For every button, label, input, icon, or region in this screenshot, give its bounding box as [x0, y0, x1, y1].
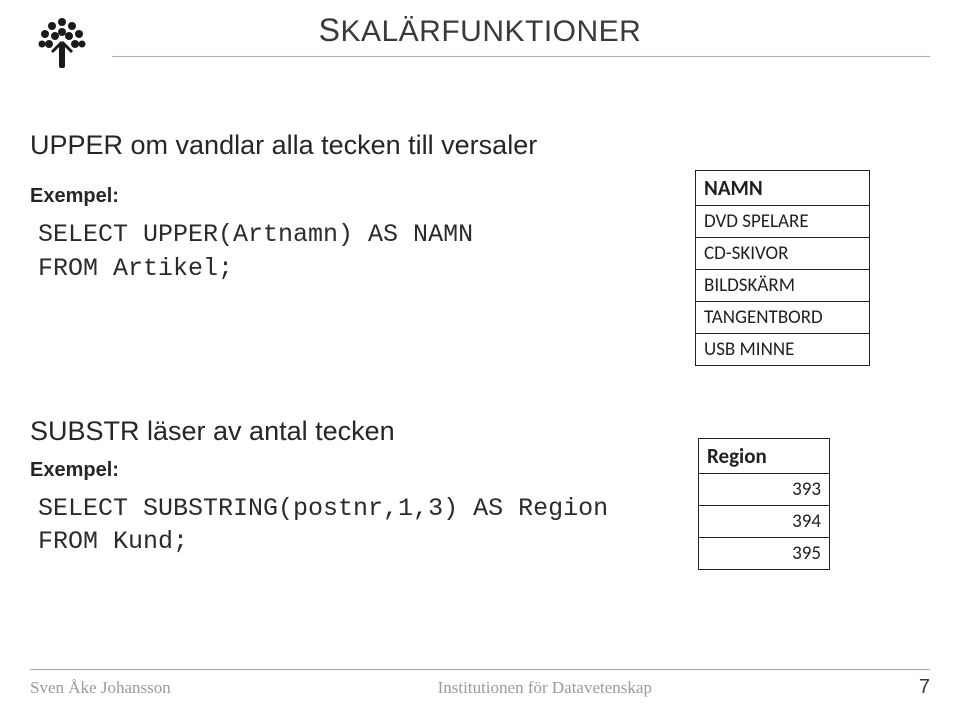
- footer-institution: Institutionen för Datavetenskap: [438, 678, 652, 698]
- slide-footer: Sven Åke Johansson Institutionen för Dat…: [30, 669, 930, 699]
- slide-header: SKALÄRFUNKTIONER: [30, 14, 930, 74]
- slide-title: SKALÄRFUNKTIONER: [30, 12, 930, 49]
- namn-header: NAMN: [696, 171, 870, 206]
- table-row: CD-SKIVOR: [696, 238, 870, 270]
- section1-intro: UPPER om vandlar alla tecken till versal…: [30, 130, 930, 161]
- table-row: 394: [699, 506, 830, 538]
- slide-body: UPPER om vandlar alla tecken till versal…: [30, 120, 930, 637]
- table-row: BILDSKÄRM: [696, 270, 870, 302]
- footer-author: Sven Åke Johansson: [30, 678, 171, 698]
- table-row: USB MINNE: [696, 334, 870, 366]
- result-table-namn: NAMN DVD SPELARE CD-SKIVOR BILDSKÄRM TAN…: [695, 170, 870, 366]
- table-row: TANGENTBORD: [696, 302, 870, 334]
- footer-row: Sven Åke Johansson Institutionen för Dat…: [30, 676, 930, 699]
- table-row: 393: [699, 474, 830, 506]
- slide: SKALÄRFUNKTIONER UPPER om vandlar alla t…: [0, 0, 960, 717]
- result-table-region: Region 393 394 395: [698, 438, 830, 570]
- table-row: 395: [699, 538, 830, 570]
- region-header: Region: [699, 439, 830, 474]
- title-rule: [112, 56, 930, 57]
- table-row: DVD SPELARE: [696, 206, 870, 238]
- footer-page-number: 7: [919, 676, 930, 699]
- footer-rule: [30, 669, 930, 670]
